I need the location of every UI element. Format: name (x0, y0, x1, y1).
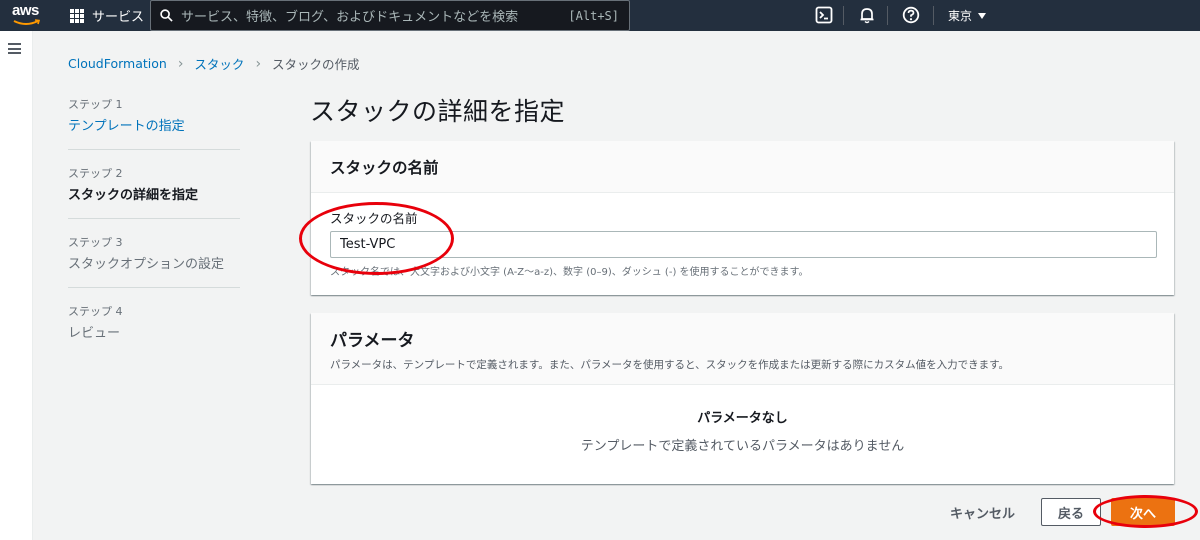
stack-name-label: スタックの名前 (330, 211, 418, 226)
step-label: レビュー (68, 326, 121, 341)
panel-header: パラメータ パラメータは、テンプレートで定義されます。また、パラメータを使用する… (311, 313, 1174, 385)
breadcrumb-current: スタックの作成 (272, 57, 360, 72)
page-title: スタックの詳細を指定 (310, 97, 566, 126)
step-number: ステップ 4 (68, 305, 123, 318)
search-shortcut: [Alt+S] (568, 8, 619, 23)
breadcrumb-stacks[interactable]: スタック (194, 54, 244, 73)
bell-icon[interactable] (858, 6, 876, 24)
step-number: ステップ 2 (68, 167, 123, 180)
panel-description: パラメータは、テンプレートで定義されます。また、パラメータを使用すると、スタック… (330, 359, 1010, 371)
next-button[interactable]: 次へ (1111, 498, 1175, 526)
chevron-right-icon: › (177, 55, 184, 72)
side-rail (0, 31, 33, 540)
stack-name-input[interactable] (330, 231, 1157, 258)
empty-state-title: パラメータなし (697, 411, 788, 426)
step-link-specify-template[interactable]: テンプレートの指定 (68, 115, 240, 134)
services-label: サービス (92, 10, 145, 25)
panel-title: パラメータ (330, 331, 415, 351)
grid-icon (70, 8, 84, 23)
search-icon (160, 9, 173, 22)
region-label: 東京 (948, 9, 973, 23)
nav-divider (843, 6, 844, 25)
wizard-step-1: ステップ 1 テンプレートの指定 (68, 96, 240, 150)
step-number: ステップ 3 (68, 236, 123, 249)
wizard-step-2: ステップ 2 スタックの詳細を指定 (68, 165, 240, 219)
aws-logo[interactable]: aws (11, 2, 43, 28)
wizard-steps: ステップ 1 テンプレートの指定 ステップ 2 スタックの詳細を指定 ステップ … (68, 96, 240, 371)
stack-name-hint: スタック名では、大文字および小文字 (A-Z〜a-z)、数字 (0–9)、ダッシ… (330, 267, 809, 278)
breadcrumb: CloudFormation › スタック › スタックの作成 (68, 54, 360, 73)
step-label-current: スタックの詳細を指定 (68, 188, 199, 203)
aws-smile-icon (13, 19, 41, 25)
menu-icon[interactable] (8, 43, 21, 54)
panel-header: スタックの名前 (311, 141, 1174, 193)
top-navigation-bar: aws サービス サービス、特徴、ブログ、およびドキュメントなどを検索 [Alt… (0, 0, 1200, 31)
aws-logo-text: aws (12, 2, 39, 19)
nav-divider (887, 6, 888, 25)
cancel-button[interactable]: キャンセル (946, 498, 1019, 526)
wizard-step-3: ステップ 3 スタックオプションの設定 (68, 234, 240, 288)
stack-name-panel: スタックの名前 スタックの名前 スタック名では、大文字および小文字 (A-Z〜a… (311, 141, 1174, 295)
step-label: スタックオプションの設定 (68, 257, 225, 272)
back-button[interactable]: 戻る (1041, 498, 1101, 526)
breadcrumb-cloudformation[interactable]: CloudFormation (68, 56, 167, 71)
chevron-right-icon: › (255, 55, 262, 72)
wizard-step-4: ステップ 4 レビュー (68, 303, 240, 356)
nav-divider (933, 6, 934, 25)
step-number: ステップ 1 (68, 98, 123, 111)
search-input[interactable]: サービス、特徴、ブログ、およびドキュメントなどを検索 (181, 6, 568, 25)
caret-down-icon (978, 12, 987, 19)
region-selector[interactable]: 東京 (948, 0, 987, 31)
parameters-panel: パラメータ パラメータは、テンプレートで定義されます。また、パラメータを使用する… (311, 313, 1174, 484)
cloudshell-icon[interactable] (815, 6, 833, 24)
empty-state-subtitle: テンプレートで定義されているパラメータはありません (580, 439, 905, 454)
help-icon[interactable] (902, 6, 920, 24)
search-bar[interactable]: サービス、特徴、ブログ、およびドキュメントなどを検索 [Alt+S] (150, 0, 630, 31)
services-menu-button[interactable]: サービス (70, 0, 144, 31)
panel-title: スタックの名前 (330, 158, 439, 177)
